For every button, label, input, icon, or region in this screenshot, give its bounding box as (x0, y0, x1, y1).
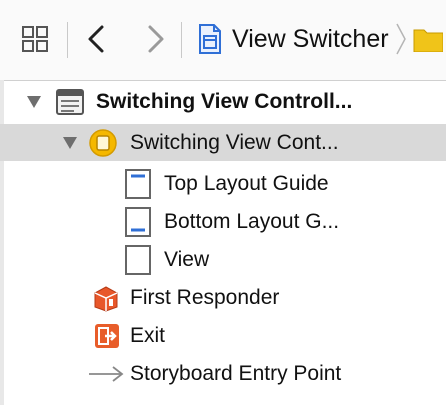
exit-label: Exit (130, 324, 166, 347)
outline-row-scene[interactable]: Switching View Controll... (0, 83, 446, 120)
outline-row-first-responder[interactable]: First Responder (0, 279, 446, 316)
outline-row-entry-point[interactable]: Storyboard Entry Point (0, 355, 446, 392)
disclosure-triangle-icon[interactable] (62, 124, 78, 161)
child-label: Top Layout Guide (164, 172, 329, 195)
toolbar-divider (67, 22, 68, 58)
outline-row-bottom-layout-guide[interactable]: Bottom Layout G... (0, 203, 446, 240)
scene-label: Switching View Controll... (96, 90, 353, 113)
top-layout-guide-icon (124, 165, 152, 202)
jump-bar: View Switcher (0, 0, 446, 81)
storyboard-file-icon (198, 24, 222, 54)
exit-icon (94, 317, 120, 354)
first-responder-icon (92, 279, 120, 316)
breadcrumb[interactable]: View Switcher (198, 19, 443, 59)
outline-row-view[interactable]: View (0, 241, 446, 278)
back-icon[interactable] (86, 19, 106, 59)
entry-point-label: Storyboard Entry Point (130, 362, 342, 385)
related-items-icon[interactable] (22, 19, 48, 59)
breadcrumb-label: View Switcher (232, 24, 389, 53)
view-icon (124, 241, 152, 278)
folder-icon (413, 26, 443, 52)
view-controller-label: Switching View Cont... (130, 131, 339, 154)
view-controller-icon (88, 124, 118, 161)
child-label: Bottom Layout G... (164, 210, 340, 233)
disclosure-triangle-icon[interactable] (26, 83, 42, 120)
scene-icon (56, 83, 84, 120)
chevron-right-icon (395, 22, 407, 56)
outline-row-exit[interactable]: Exit (0, 317, 446, 354)
document-outline: Switching View Controll... Switching Vie… (0, 80, 446, 405)
entry-point-arrow-icon (88, 355, 124, 392)
child-label: View (164, 248, 210, 271)
outline-row-top-layout-guide[interactable]: Top Layout Guide (0, 165, 446, 202)
toolbar-divider (181, 22, 182, 58)
first-responder-label: First Responder (130, 286, 280, 309)
outline-row-view-controller[interactable]: Switching View Cont... (0, 124, 446, 161)
bottom-layout-guide-icon (124, 203, 152, 240)
forward-icon[interactable] (146, 19, 166, 59)
